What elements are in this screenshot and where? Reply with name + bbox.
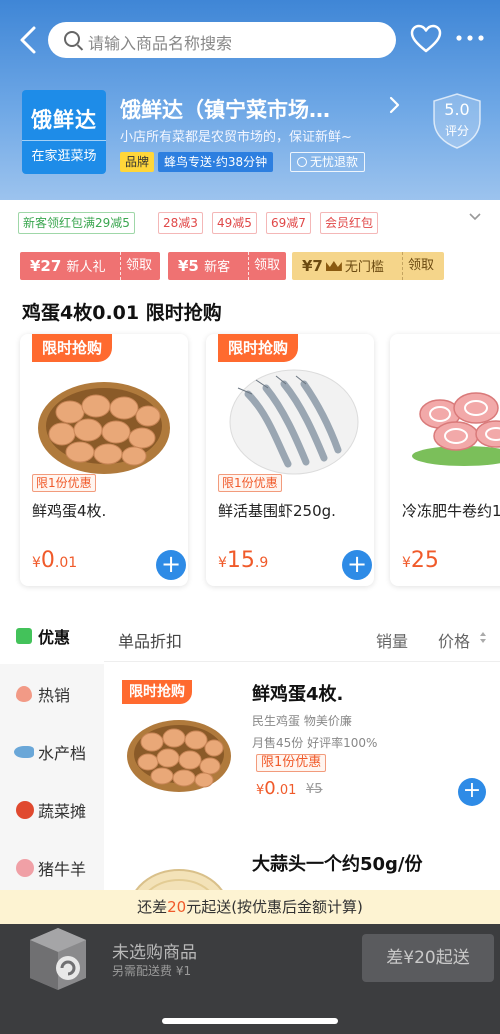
more-icon[interactable] — [455, 28, 485, 48]
crown-icon — [325, 261, 342, 271]
tomato-icon — [16, 801, 34, 819]
limit-tag: 限1份优惠 — [256, 754, 327, 772]
eggs-image — [124, 696, 234, 796]
promo-chip[interactable]: 会员红包 — [320, 212, 379, 234]
sidebar-item-discount[interactable]: 优惠 — [0, 606, 104, 664]
min-order-notice: 还差20元起送(按优惠后金额计算) — [0, 890, 500, 924]
product-subtitle: 民生鸡蛋 物美价廉 — [252, 714, 352, 728]
flash-sale-badge: 限时抢购 — [122, 680, 192, 704]
rating-shield[interactable]: 5.0 评分 — [430, 92, 484, 150]
store-logo: 饿鲜达 在家逛菜场 — [22, 90, 106, 174]
rating-value: 5.0 — [444, 100, 470, 119]
add-to-cart-button[interactable]: + — [458, 778, 486, 806]
checkout-button[interactable]: 差¥20起送 — [362, 934, 494, 982]
product-name: 鲜鸡蛋4枚. — [32, 502, 107, 520]
cart-empty-title: 未选购商品 — [112, 943, 197, 963]
add-to-cart-button[interactable]: + — [156, 550, 186, 580]
add-to-cart-button[interactable]: + — [342, 550, 372, 580]
flash-sale-title: 鸡蛋4枚0.01 限时抢购 — [22, 302, 222, 324]
product-price: ¥15.9 — [218, 548, 269, 573]
coupon-new-customer[interactable]: ¥5 新客 领取 — [168, 252, 286, 280]
coupon-value: ¥5 新客 — [178, 257, 231, 275]
eggs-image — [32, 354, 176, 482]
sidebar-item-hot[interactable]: 热销 — [0, 664, 104, 722]
hot-icon — [16, 686, 32, 702]
coupon-new-user[interactable]: ¥27 新人礼 领取 — [20, 252, 160, 280]
min-order-amount: 20 — [167, 898, 187, 916]
flash-card-eggs[interactable]: 限时抢购 限1份优惠 鲜鸡蛋4枚. ¥0.01 + — [20, 334, 188, 586]
product-name: 冷冻肥牛卷约1 — [402, 502, 500, 520]
discount-icon — [16, 628, 32, 644]
pig-icon — [16, 859, 34, 877]
sidebar-item-label: 热销 — [38, 686, 71, 705]
promo-chips[interactable]: 新客领红包满29减5 28减3 49减5 69减7 会员红包 — [18, 212, 478, 234]
store-logo-name: 饿鲜达 — [31, 108, 97, 132]
garlic-image — [124, 862, 234, 890]
rating-label: 评分 — [444, 124, 469, 138]
flash-card-shrimp[interactable]: 限时抢购 限1份优惠 鲜活基围虾250g. ¥15.9 + — [206, 334, 374, 586]
sort-by-price[interactable]: 价格 — [438, 628, 470, 652]
list-item[interactable]: 大蒜头一个约50g/份 — [104, 850, 500, 890]
store-name[interactable]: 饿鲜达（镇宁菜市场… — [120, 94, 330, 124]
sort-icon[interactable] — [480, 632, 486, 644]
category-sidebar: 优惠 热销 水产档 蔬菜摊 猪牛羊 — [0, 606, 104, 906]
original-price: ¥5 — [306, 782, 323, 797]
coupon-claim[interactable]: 领取 — [254, 252, 280, 280]
product-name: 鲜鸡蛋4枚. — [252, 684, 344, 705]
list-header: 单品折扣 销量 价格 — [104, 606, 500, 662]
home-indicator — [162, 1018, 338, 1024]
sidebar-item-seafood[interactable]: 水产档 — [0, 722, 104, 780]
store-header: 请输入商品名称搜索 饿鲜达 在家逛菜场 饿鲜达（镇宁菜市场… 小店所有菜都是农贸… — [0, 0, 500, 200]
promo-chip[interactable]: 69减7 — [266, 212, 311, 234]
brand-tag: 品牌 — [120, 152, 155, 172]
product-name: 大蒜头一个约50g/份 — [252, 854, 423, 875]
coupon-claim[interactable]: 领取 — [408, 252, 434, 280]
beef-roll-image — [400, 354, 500, 482]
search-placeholder: 请输入商品名称搜索 — [88, 34, 233, 53]
cart-box-icon[interactable] — [20, 920, 96, 998]
sidebar-item-vegetables[interactable]: 蔬菜摊 — [0, 780, 104, 838]
refund-icon — [297, 157, 307, 167]
sidebar-item-meat[interactable]: 猪牛羊 — [0, 838, 104, 896]
sidebar-item-label: 蔬菜摊 — [38, 802, 87, 821]
product-price: ¥0.01 — [256, 778, 297, 799]
flash-card-beef[interactable]: 冷冻肥牛卷约1 ¥25 — [390, 334, 500, 586]
coupon-value: ¥27 新人礼 — [30, 257, 106, 275]
promo-chip[interactable]: 新客领红包满29减5 — [18, 212, 135, 234]
coupon-value: ¥7 无门槛 — [302, 257, 384, 275]
promo-chip[interactable]: 49减5 — [212, 212, 257, 234]
chevron-right-icon[interactable] — [388, 94, 402, 122]
delivery-tag: 蜂鸟专送·约38分钟 — [158, 152, 274, 172]
section-title: 单品折扣 — [118, 632, 183, 651]
search-input[interactable]: 请输入商品名称搜索 — [48, 22, 396, 58]
shrimp-image — [218, 354, 362, 482]
coupon-claim[interactable]: 领取 — [126, 252, 152, 280]
product-sales-meta: 月售45份 好评率100% — [252, 736, 378, 750]
store-logo-slogan: 在家逛菜场 — [22, 140, 106, 164]
promo-chip[interactable]: 28减3 — [158, 212, 203, 234]
product-price: ¥25 — [402, 548, 439, 573]
back-icon[interactable] — [16, 24, 42, 56]
fish-icon — [14, 746, 34, 758]
sidebar-item-label: 水产档 — [38, 744, 87, 763]
sort-by-sales[interactable]: 销量 — [376, 628, 408, 652]
product-price: ¥0.01 — [32, 548, 78, 573]
sidebar-item-label: 猪牛羊 — [38, 860, 87, 879]
refund-tag: 无忧退款 — [290, 152, 366, 172]
cart-bar: 未选购商品 另需配送费 ¥1 差¥20起送 — [0, 924, 500, 1034]
sidebar-item-label: 优惠 — [38, 628, 71, 647]
flash-sale-badge: 限时抢购 — [218, 334, 299, 362]
product-name: 鲜活基围虾250g. — [218, 502, 336, 520]
delivery-fee-note: 另需配送费 ¥1 — [112, 964, 192, 978]
refund-tag-label: 无忧退款 — [310, 155, 359, 169]
store-description: 小店所有菜都是农贸市场的，保证新鲜~ — [120, 130, 352, 145]
limit-tag: 限1份优惠 — [32, 474, 96, 492]
coupon-no-threshold[interactable]: ¥7 无门槛 领取 — [292, 252, 444, 280]
chevron-down-icon[interactable] — [468, 210, 482, 226]
favorite-heart-icon[interactable] — [410, 24, 442, 54]
flash-sale-badge: 限时抢购 — [32, 334, 113, 362]
list-item[interactable]: 限时抢购 鲜鸡蛋4枚. 民生鸡蛋 物美价廉 月售45份 好评率100% 限1份优… — [104, 680, 500, 830]
search-icon — [64, 31, 80, 47]
limit-tag: 限1份优惠 — [218, 474, 282, 492]
